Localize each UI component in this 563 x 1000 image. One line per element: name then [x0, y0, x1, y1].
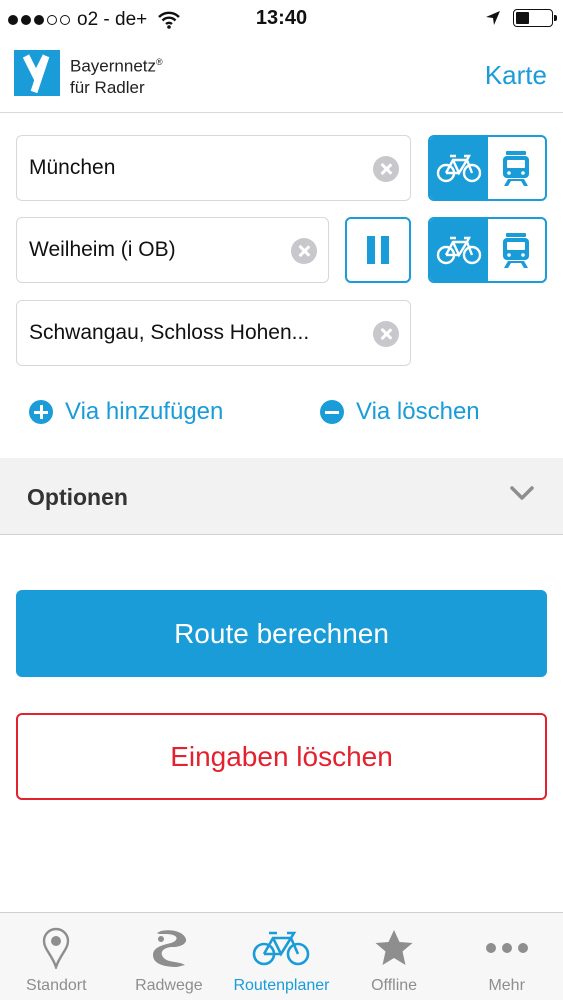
- pause-bar-icon: [381, 236, 389, 264]
- chevron-down-icon: [510, 486, 534, 500]
- via-value: Weilheim (i OB): [29, 238, 176, 261]
- tab-offline[interactable]: Offline: [338, 913, 451, 1000]
- tab-routenplaner[interactable]: Routenplaner: [225, 913, 338, 1000]
- destination-value: Schwangau, Schloss Hohen...: [29, 321, 310, 344]
- via-field[interactable]: Weilheim (i OB): [16, 217, 329, 283]
- options-toggle[interactable]: Optionen: [0, 458, 563, 535]
- options-label: Optionen: [27, 484, 128, 510]
- bicycle-icon: [253, 931, 310, 966]
- add-via-label: Via hinzufügen: [65, 398, 224, 425]
- pause-button[interactable]: [345, 217, 411, 283]
- status-bar: o2 - de+ 13:40: [0, 0, 563, 40]
- status-right: [485, 9, 557, 27]
- start-field[interactable]: München: [16, 135, 411, 201]
- map-link[interactable]: Karte: [485, 60, 547, 91]
- clear-inputs-button[interactable]: Eingaben löschen: [16, 713, 547, 800]
- plus-circle-icon: [29, 400, 53, 424]
- tab-label: Offline: [371, 977, 418, 994]
- app-logo: [14, 50, 60, 96]
- clear-destination-icon[interactable]: [373, 321, 399, 347]
- clear-via-icon[interactable]: [291, 238, 317, 264]
- star-icon: [375, 930, 413, 965]
- via-mode-toggle: [428, 217, 547, 283]
- tab-mehr[interactable]: Mehr: [450, 913, 563, 1000]
- app-header: Bayernnetz® für Radler Karte: [0, 40, 563, 113]
- location-pin-icon: [43, 927, 70, 969]
- tab-bar: Standort Radwege Routenplaner Offline Me…: [0, 912, 563, 1000]
- start-mode-train[interactable]: [488, 137, 546, 199]
- bicycle-icon: [436, 154, 481, 183]
- start-mode-toggle: [428, 135, 547, 201]
- remove-via-button[interactable]: Via löschen: [320, 398, 480, 426]
- train-icon: [503, 233, 530, 268]
- start-value: München: [29, 156, 116, 179]
- brand-name: Bayernnetz® für Radler: [70, 52, 163, 98]
- via-mode-bike[interactable]: [430, 219, 488, 281]
- bicycle-icon: [436, 236, 481, 265]
- remove-via-label: Via löschen: [356, 398, 480, 425]
- logo-y-icon: [22, 54, 50, 94]
- tab-label: Mehr: [488, 977, 525, 994]
- tab-standort[interactable]: Standort: [0, 913, 113, 1000]
- start-mode-bike[interactable]: [430, 137, 488, 199]
- tab-label: Standort: [26, 977, 87, 994]
- tab-label: Routenplaner: [233, 977, 330, 994]
- more-dots-icon: [485, 943, 528, 953]
- clear-start-icon[interactable]: [373, 156, 399, 182]
- tab-label: Radwege: [135, 977, 203, 994]
- brand-line1: Bayernnetz: [70, 56, 156, 76]
- calculate-route-button[interactable]: Route berechnen: [16, 590, 547, 677]
- minus-circle-icon: [320, 400, 344, 424]
- via-mode-train[interactable]: [488, 219, 546, 281]
- add-via-button[interactable]: Via hinzufügen: [29, 398, 223, 426]
- tab-radwege[interactable]: Radwege: [113, 913, 226, 1000]
- train-icon: [503, 151, 530, 186]
- pause-bar-icon: [367, 236, 375, 264]
- brand-registered: ®: [156, 57, 163, 67]
- bike-paths-icon: [152, 930, 186, 967]
- brand-line2: für Radler: [70, 77, 145, 97]
- battery-icon: [513, 9, 557, 27]
- status-time: 13:40: [255, 7, 308, 29]
- location-arrow-icon: [486, 11, 500, 25]
- destination-field[interactable]: Schwangau, Schloss Hohen...: [16, 300, 411, 366]
